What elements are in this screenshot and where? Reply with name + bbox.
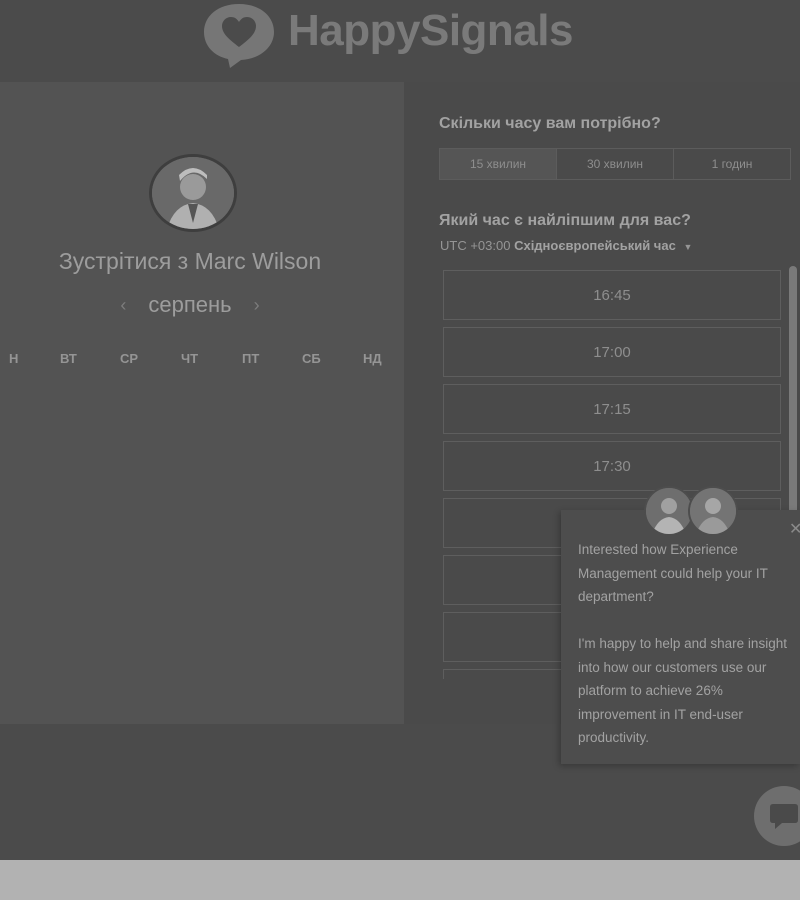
weekday-label: Н <box>9 351 19 366</box>
time-slot[interactable]: 17:15 <box>443 384 781 434</box>
agent-avatar <box>644 486 694 536</box>
chevron-left-icon[interactable]: ‹ <box>120 295 126 316</box>
time-slot[interactable]: 16:45 <box>443 270 781 320</box>
weekday-label: ЧТ <box>181 351 199 366</box>
time-slot[interactable]: 17:00 <box>443 327 781 377</box>
header: HappySignals <box>0 0 800 82</box>
month-navigator: ‹ серпень › <box>0 292 380 318</box>
meeting-title: Зустрітися з Marc Wilson <box>58 248 322 274</box>
duration-option-60[interactable]: 1 годин <box>674 149 790 179</box>
weekday-label: ВТ <box>60 351 77 366</box>
weekday-header: Н ВТ СР ЧТ ПТ СБ НД <box>0 351 404 369</box>
time-slot[interactable]: 17:30 <box>443 441 781 491</box>
host-avatar <box>149 154 237 232</box>
heart-bubble-icon <box>204 4 274 68</box>
time-question: Який час є найліпшим для вас? <box>439 212 691 229</box>
agent-avatar <box>688 486 738 536</box>
logo-text: HappySignals <box>288 6 573 55</box>
chevron-right-icon[interactable]: › <box>254 295 260 316</box>
weekday-label: СБ <box>302 351 321 366</box>
timezone-selector[interactable]: UTC +03:00 Східноєвропейський час ▼ <box>440 238 692 253</box>
duration-option-15[interactable]: 15 хвилин <box>440 149 557 179</box>
weekday-label: СР <box>120 351 139 366</box>
chat-message: Interested how Experience Management cou… <box>578 538 798 750</box>
duration-selector: 15 хвилин 30 хвилин 1 годин <box>439 148 791 180</box>
weekday-label: ПТ <box>242 351 260 366</box>
caret-down-icon: ▼ <box>683 242 693 252</box>
weekday-label: НД <box>363 351 382 366</box>
duration-question: Скільки часу вам потрібно? <box>439 115 661 132</box>
footer-strip <box>0 860 800 900</box>
happysignals-logo[interactable]: HappySignals <box>200 0 573 70</box>
chat-message-line: I'm happy to help and share insight into… <box>578 636 787 745</box>
timezone-offset: UTC +03:00 <box>440 238 511 253</box>
duration-option-30[interactable]: 30 хвилин <box>557 149 674 179</box>
timezone-name: Східноєвропейський час <box>514 238 676 253</box>
chat-bubble-icon <box>770 804 798 829</box>
chat-message-line: Interested how Experience Management cou… <box>578 542 768 604</box>
month-label: серпень <box>148 292 232 317</box>
close-icon[interactable]: ✕ <box>789 519 800 539</box>
